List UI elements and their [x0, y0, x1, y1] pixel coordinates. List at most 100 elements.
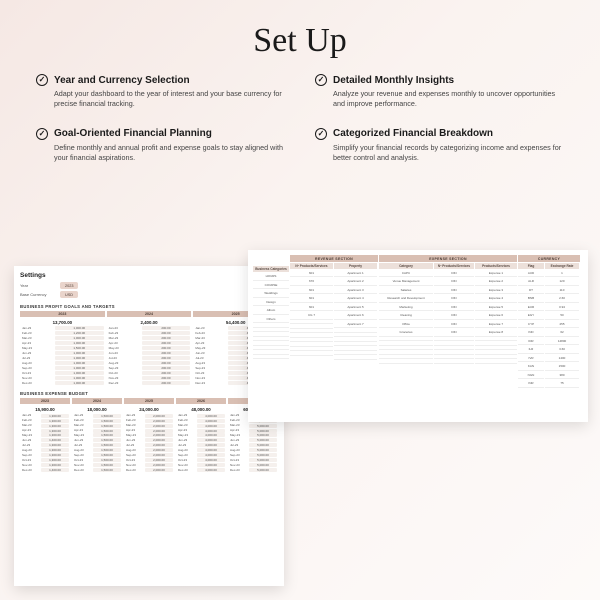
budget-value[interactable]: 5,000.00 [249, 468, 277, 472]
budget-value[interactable]: 1,500.00 [93, 468, 121, 472]
budget-row: Jun-231,500.00 [72, 438, 122, 442]
month-label: Nov-23 [176, 463, 196, 467]
goal-value[interactable]: 200.00 [142, 351, 191, 355]
budget-value[interactable]: 2,000.00 [145, 433, 173, 437]
budget-value[interactable]: 5,000.00 [249, 424, 277, 428]
budget-value[interactable]: 1,500.00 [93, 433, 121, 437]
budget-value[interactable]: 1,300.00 [41, 429, 69, 433]
budget-value[interactable]: 4,000.00 [197, 438, 225, 442]
budget-value[interactable]: 4,000.00 [197, 414, 225, 418]
goal-value[interactable]: 200.00 [142, 346, 191, 350]
goal-value[interactable]: 1,000.00 [55, 356, 104, 360]
breakdown-cell [434, 342, 474, 346]
budget-value[interactable]: 1,300.00 [41, 463, 69, 467]
year-select[interactable]: 2023 [60, 282, 78, 289]
budget-value[interactable]: 5,000.00 [249, 443, 277, 447]
goal-value[interactable]: 1,500.00 [55, 346, 104, 350]
goal-value[interactable]: 1,000.00 [55, 381, 104, 385]
budget-value[interactable]: 5,000.00 [249, 433, 277, 437]
breakdown-cell: Apartment 2 [334, 278, 377, 286]
budget-value[interactable]: 1,500.00 [93, 448, 121, 452]
budget-row: Jan-231,300.00 [20, 413, 70, 417]
goal-value[interactable]: 200.00 [142, 381, 191, 385]
goals-row: Nov-231,000.00 [20, 376, 105, 380]
budget-value[interactable]: 2,000.00 [145, 443, 173, 447]
goals-row: Apr-23200.00 [107, 341, 192, 345]
budget-value[interactable]: 1,300.00 [41, 414, 69, 418]
budget-value[interactable]: 4,000.00 [197, 424, 225, 428]
goal-value[interactable]: 1,000.00 [55, 371, 104, 375]
budget-value[interactable]: 1,400.00 [41, 438, 69, 442]
goal-value[interactable]: 1,200.00 [55, 331, 104, 335]
budget-value[interactable]: 5,000.00 [249, 453, 277, 457]
budget-value[interactable]: 2,000.00 [145, 438, 173, 442]
goal-value[interactable]: 200.00 [142, 366, 191, 370]
budget-value[interactable]: 4,000.00 [197, 448, 225, 452]
budget-row: Dec-235,000.00 [228, 468, 278, 472]
budget-value[interactable]: 1,500.00 [93, 443, 121, 447]
budget-value[interactable]: 1,300.00 [41, 458, 69, 462]
budget-value[interactable]: 1,500.00 [93, 419, 121, 423]
budget-value[interactable]: 1,500.00 [93, 429, 121, 433]
budget-value[interactable]: 4,000.00 [197, 443, 225, 447]
goal-value[interactable]: 1,000.00 [55, 326, 104, 330]
feature-categorized-breakdown: ✓ Categorized Financial Breakdown Simpli… [315, 128, 564, 164]
budget-value[interactable]: 1,300.00 [41, 443, 69, 447]
month-label: Jul-23 [107, 356, 141, 360]
budget-value[interactable]: 4,000.00 [197, 419, 225, 423]
budget-value[interactable]: 5,000.00 [249, 438, 277, 442]
budget-value[interactable]: 2,000.00 [145, 419, 173, 423]
budget-value[interactable]: 5,000.00 [249, 458, 277, 462]
budget-year-col: 202315,900.00Jan-231,300.00Feb-231,300.0… [20, 398, 70, 472]
budget-value[interactable]: 2,000.00 [145, 463, 173, 467]
budget-value[interactable]: 1,500.00 [93, 424, 121, 428]
goal-value[interactable]: 200.00 [142, 326, 191, 330]
budget-value[interactable]: 4,000.00 [197, 429, 225, 433]
goal-value[interactable]: 200.00 [142, 341, 191, 345]
budget-year-col: 202524,000.00Jan-232,000.00Feb-232,000.0… [124, 398, 174, 472]
budget-value[interactable]: 2,000.00 [145, 429, 173, 433]
budget-value[interactable]: 4,000.00 [197, 453, 225, 457]
budget-value[interactable]: 2,000.00 [145, 448, 173, 452]
budget-value[interactable]: 1,500.00 [93, 414, 121, 418]
budget-value[interactable]: 1,500.00 [93, 453, 121, 457]
budget-value[interactable]: 2,000.00 [145, 468, 173, 472]
breakdown-cell: CYP [518, 320, 544, 328]
budget-value[interactable]: 1,300.00 [41, 448, 69, 452]
budget-value[interactable]: 4,000.00 [197, 468, 225, 472]
goal-value[interactable]: 200.00 [142, 361, 191, 365]
goal-value[interactable]: 1,000.00 [55, 366, 104, 370]
budget-value[interactable]: 1,500.00 [93, 463, 121, 467]
budget-value[interactable]: 1,300.00 [41, 424, 69, 428]
budget-value[interactable]: 1,300.00 [41, 453, 69, 457]
goal-value[interactable]: 1,000.00 [55, 361, 104, 365]
budget-value[interactable]: 1,400.00 [41, 468, 69, 472]
goal-value[interactable]: 1,000.00 [55, 376, 104, 380]
goal-value[interactable]: 1,000.00 [55, 351, 104, 355]
budget-value[interactable]: 1,500.00 [93, 438, 121, 442]
goal-value[interactable]: 1,000.00 [55, 336, 104, 340]
goal-value[interactable]: 200.00 [142, 331, 191, 335]
budget-value[interactable]: 2,000.00 [145, 424, 173, 428]
budget-value[interactable]: 4,000.00 [197, 433, 225, 437]
budget-value[interactable]: 5,000.00 [249, 463, 277, 467]
budget-value[interactable]: 5,000.00 [249, 429, 277, 433]
column-header: Business Categories [253, 266, 289, 272]
budget-value[interactable]: 4,000.00 [197, 463, 225, 467]
currency-select[interactable]: USD [60, 291, 78, 298]
goals-row: May-23200.00 [107, 346, 192, 350]
budget-value[interactable]: 2,000.00 [145, 453, 173, 457]
goal-value[interactable]: 200.00 [142, 356, 191, 360]
budget-value[interactable]: 2,000.00 [145, 458, 173, 462]
goal-value[interactable]: 200.00 [142, 376, 191, 380]
goal-value[interactable]: 200.00 [142, 336, 191, 340]
budget-value[interactable]: 1,500.00 [93, 458, 121, 462]
goal-value[interactable]: 200.00 [142, 371, 191, 375]
budget-value[interactable]: 4,000.00 [197, 458, 225, 462]
budget-value[interactable]: 2,000.00 [145, 414, 173, 418]
budget-value[interactable]: 5,000.00 [249, 448, 277, 452]
section-header: REVENUE SECTION [290, 255, 378, 262]
budget-value[interactable]: 1,300.00 [41, 419, 69, 423]
budget-value[interactable]: 1,300.00 [41, 433, 69, 437]
goal-value[interactable]: 1,000.00 [55, 341, 104, 345]
